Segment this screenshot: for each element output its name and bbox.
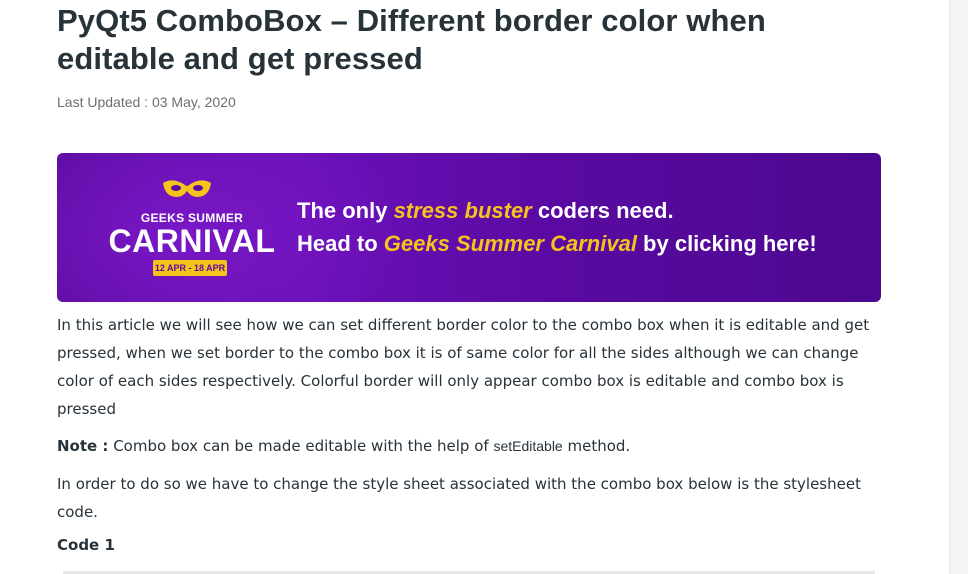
mask-icon: [163, 180, 211, 197]
last-updated: Last Updated : 03 May, 2020: [57, 94, 236, 110]
banner-highlight-1: stress buster: [393, 198, 532, 223]
promo-banner[interactable]: GEEKS SUMMER CARNIVAL 12 APR - 18 APR Th…: [57, 153, 881, 302]
note-text: Combo box can be made editable with the …: [108, 437, 494, 455]
intro-paragraph: In this article we will see how we can s…: [57, 316, 870, 418]
page-title: PyQt5 ComboBox – Different border color …: [57, 3, 766, 76]
banner-line-2: Head to Geeks Summer Carnival by clickin…: [297, 231, 817, 256]
carnival-logo: GEEKS SUMMER CARNIVAL 12 APR - 18 APR: [87, 169, 287, 287]
logo-title: CARNIVAL: [108, 223, 276, 259]
code-heading: Code 1: [57, 536, 115, 554]
logo-dates: 12 APR - 18 APR: [153, 260, 227, 276]
note-paragraph: Note : Combo box can be made editable wi…: [57, 432, 881, 460]
banner-highlight-2: Geeks Summer Carnival: [383, 231, 637, 256]
note-label: Note :: [57, 437, 109, 455]
banner-line-1: The only stress buster coders need.: [297, 198, 674, 223]
page-scrollbar[interactable]: [949, 0, 968, 574]
inline-code: setEditable: [493, 438, 563, 454]
stylesheet-paragraph: In order to do so we have to change the …: [57, 475, 861, 521]
note-text-end: method.: [562, 437, 631, 455]
